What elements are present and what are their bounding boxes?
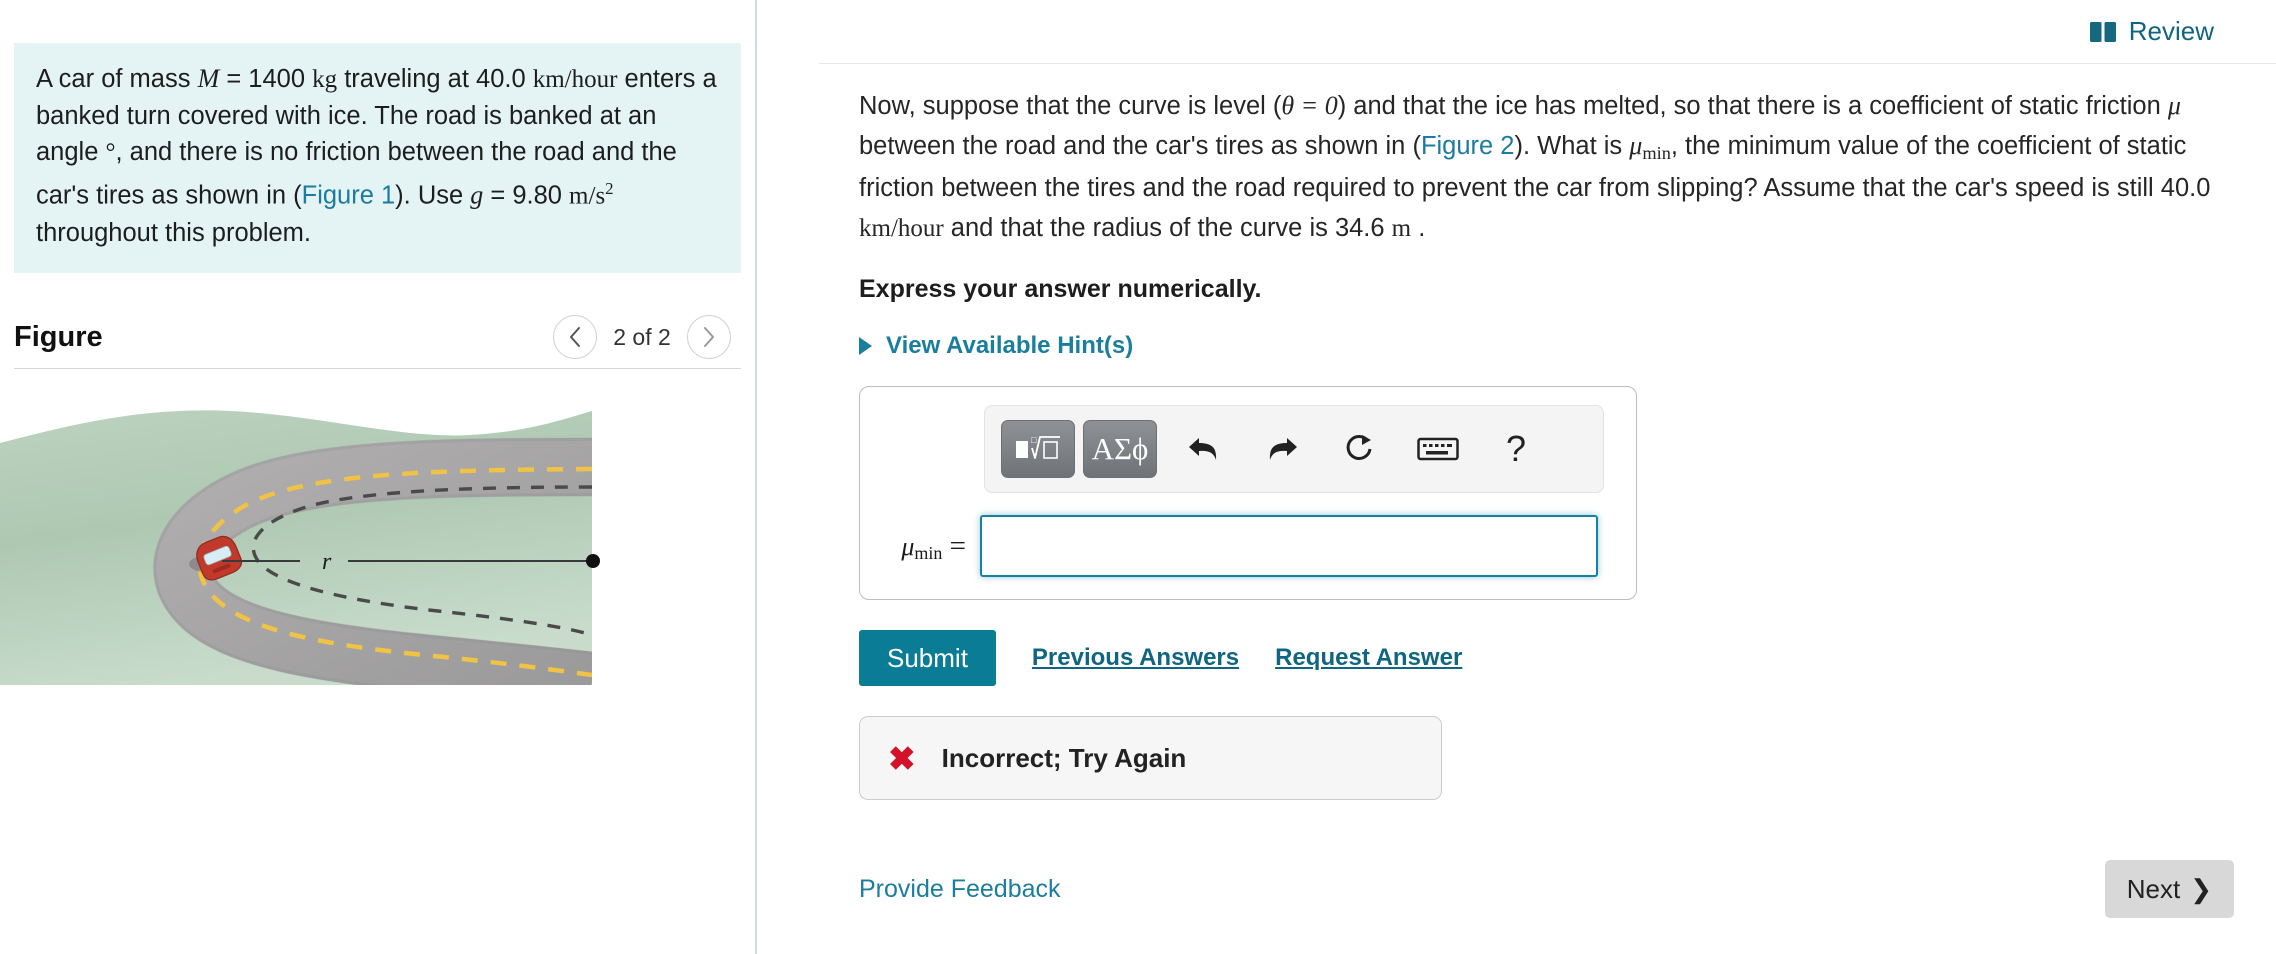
bottom-bar: Provide Feedback Next ❯ bbox=[757, 860, 2276, 918]
answer-mu-symbol: μ bbox=[901, 531, 915, 561]
keyboard-button[interactable] bbox=[1409, 420, 1467, 478]
figure-1-link[interactable]: Figure 1 bbox=[302, 182, 396, 210]
problem-part-1: A car of mass bbox=[36, 65, 198, 93]
theta-equals-zero: θ = 0 bbox=[1281, 91, 1338, 120]
reset-circular-arrow-icon bbox=[1346, 434, 1372, 460]
undo-arrow-icon bbox=[1189, 438, 1217, 460]
gravity-symbol: g bbox=[470, 180, 484, 210]
question-part-2: ) and that the ice has melted, so that t… bbox=[1337, 92, 2168, 120]
question-text: Now, suppose that the curve is level (θ … bbox=[859, 86, 2211, 249]
figure-header: Figure 2 of 2 bbox=[14, 307, 741, 369]
banked-curve-diagram: r bbox=[0, 409, 600, 685]
question-part-4: ). What is bbox=[1514, 132, 1630, 160]
problem-statement-box: A car of mass M = 1400 kg traveling at 4… bbox=[14, 43, 741, 273]
answer-input[interactable] bbox=[980, 515, 1598, 577]
submit-button[interactable]: Submit bbox=[859, 630, 996, 686]
submit-row: Submit Previous Answers Request Answer bbox=[859, 630, 2216, 686]
degree-symbol: ° bbox=[105, 139, 116, 166]
answer-variable-label: μmin = bbox=[880, 530, 966, 563]
reset-button[interactable] bbox=[1331, 420, 1389, 478]
figure-next-button[interactable] bbox=[687, 315, 731, 359]
express-instruction: Express your answer numerically. bbox=[859, 275, 1262, 303]
redo-button[interactable] bbox=[1253, 420, 1311, 478]
unit-kmh: km/hour bbox=[532, 66, 618, 93]
request-answer-link[interactable]: Request Answer bbox=[1275, 644, 1462, 672]
mu-min-subscript: min bbox=[1642, 143, 1671, 163]
answer-mu-subscript: min bbox=[914, 542, 943, 563]
provide-feedback-link[interactable]: Provide Feedback bbox=[859, 875, 1061, 904]
chevron-left-icon bbox=[570, 327, 580, 347]
question-part-6: and that the radius of the curve is 34.6 bbox=[943, 214, 1392, 242]
radius-label: r bbox=[322, 549, 332, 575]
svg-text:□: □ bbox=[1031, 435, 1037, 445]
unit-kmh-question: km/hour bbox=[859, 215, 944, 242]
triangle-right-icon bbox=[859, 337, 872, 355]
unit-meters: m bbox=[1391, 215, 1412, 242]
feedback-message: Incorrect; Try Again bbox=[941, 742, 1187, 773]
open-book-icon bbox=[2089, 21, 2116, 42]
figure-navigation: 2 of 2 bbox=[553, 315, 741, 359]
figure-counter: 2 of 2 bbox=[613, 323, 671, 350]
problem-part-3: traveling at 40.0 bbox=[337, 65, 533, 93]
problem-part-2: = 1400 bbox=[219, 65, 313, 93]
previous-answers-link[interactable]: Previous Answers bbox=[1032, 644, 1239, 672]
chevron-right-icon bbox=[704, 327, 714, 347]
next-label: Next bbox=[2126, 873, 2181, 904]
math-template-button[interactable]: □ bbox=[1001, 420, 1075, 478]
figure-illustration[interactable]: r bbox=[0, 395, 757, 835]
exponent-two: 2 bbox=[605, 179, 614, 198]
redo-arrow-icon bbox=[1269, 438, 1297, 460]
question-part-3: between the road and the car's tires as … bbox=[859, 132, 1421, 160]
problem-part-7: = 9.80 bbox=[483, 181, 570, 210]
answer-equals: = bbox=[942, 529, 966, 562]
figure-title: Figure bbox=[14, 320, 103, 353]
sqrt-template-icon: □ bbox=[1016, 435, 1060, 459]
question-part-7: . bbox=[1411, 214, 1426, 242]
view-hints-label: View Available Hint(s) bbox=[886, 332, 1134, 359]
mastering-physics-page: A car of mass M = 1400 kg traveling at 4… bbox=[0, 0, 2276, 954]
unit-kg: kg bbox=[312, 66, 338, 93]
figure-prev-button[interactable] bbox=[553, 315, 597, 359]
feedback-banner: ✖ Incorrect; Try Again bbox=[859, 716, 1442, 800]
red-x-icon: ✖ bbox=[888, 739, 916, 777]
problem-part-6: ). Use bbox=[395, 181, 471, 210]
greek-symbols-button[interactable]: ΑΣϕ bbox=[1083, 420, 1157, 478]
left-panel: A car of mass M = 1400 kg traveling at 4… bbox=[0, 0, 757, 954]
mu-symbol: μ bbox=[2167, 91, 2181, 120]
answer-card: □ ΑΣϕ ? μmin = bbox=[859, 386, 1637, 600]
question-content: Now, suppose that the curve is level (θ … bbox=[757, 64, 2276, 800]
unit-ms2: m/s bbox=[569, 182, 606, 210]
mass-symbol: M bbox=[197, 64, 220, 93]
help-button[interactable]: ? bbox=[1487, 420, 1545, 478]
review-bar: Review bbox=[757, 0, 2276, 63]
mu-min-symbol: μ bbox=[1629, 131, 1643, 160]
review-label: Review bbox=[2128, 16, 2214, 46]
review-button[interactable]: Review bbox=[2089, 16, 2214, 47]
view-hints-toggle[interactable]: View Available Hint(s) bbox=[859, 332, 1133, 360]
keyboard-icon bbox=[1417, 437, 1459, 461]
radius-center-dot bbox=[586, 553, 600, 568]
math-toolbar: □ ΑΣϕ ? bbox=[984, 405, 1604, 493]
right-panel: Review Now, suppose that the curve is le… bbox=[757, 0, 2276, 954]
next-button[interactable]: Next ❯ bbox=[2104, 860, 2234, 918]
question-part-1: Now, suppose that the curve is level ( bbox=[859, 92, 1282, 120]
undo-button[interactable] bbox=[1175, 420, 1233, 478]
problem-statement-text: A car of mass M = 1400 kg traveling at 4… bbox=[36, 61, 719, 251]
problem-part-8: throughout this problem. bbox=[36, 218, 311, 247]
answer-input-row: μmin = bbox=[880, 515, 1616, 577]
figure-2-link[interactable]: Figure 2 bbox=[1421, 132, 1515, 160]
chevron-right-icon: ❯ bbox=[2190, 873, 2212, 904]
